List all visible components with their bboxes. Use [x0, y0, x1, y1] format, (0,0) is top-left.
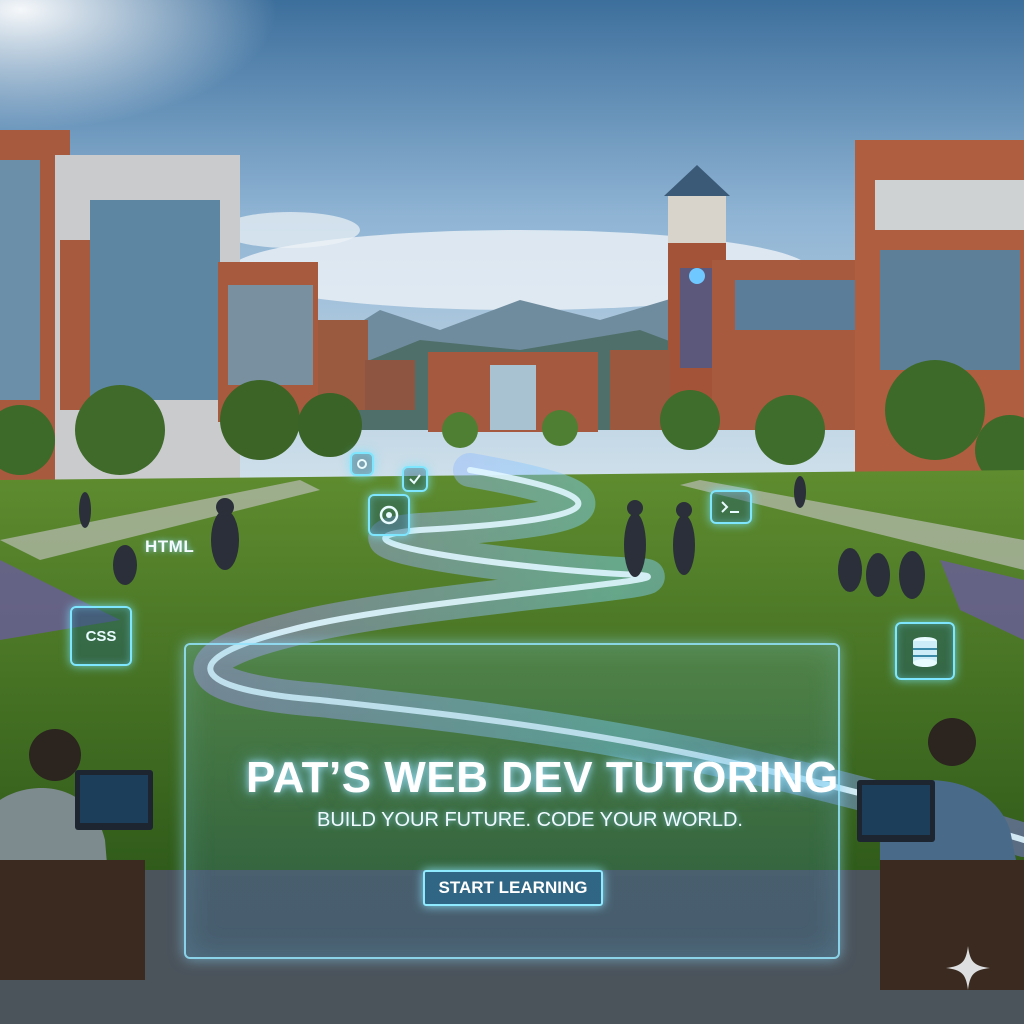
target-icon: [368, 494, 410, 536]
css-label: CSS: [85, 627, 117, 645]
sparkle-icon: [946, 946, 990, 990]
hero-panel: PAT’S WEB DEV TUTORING BUILD YOUR FUTURE…: [184, 643, 840, 959]
checklist-icon: [402, 466, 428, 492]
css-chip: CSS: [70, 606, 132, 666]
database-icon: [895, 622, 955, 680]
start-learning-button[interactable]: START LEARNING: [423, 870, 603, 906]
code-chip-icon: [350, 452, 374, 476]
hero-title: PAT’S WEB DEV TUTORING: [246, 753, 839, 802]
hero-subtitle: BUILD YOUR FUTURE. CODE YOUR WORLD.: [317, 809, 743, 831]
html-label: HTML: [145, 537, 195, 556]
terminal-icon: [710, 490, 752, 524]
